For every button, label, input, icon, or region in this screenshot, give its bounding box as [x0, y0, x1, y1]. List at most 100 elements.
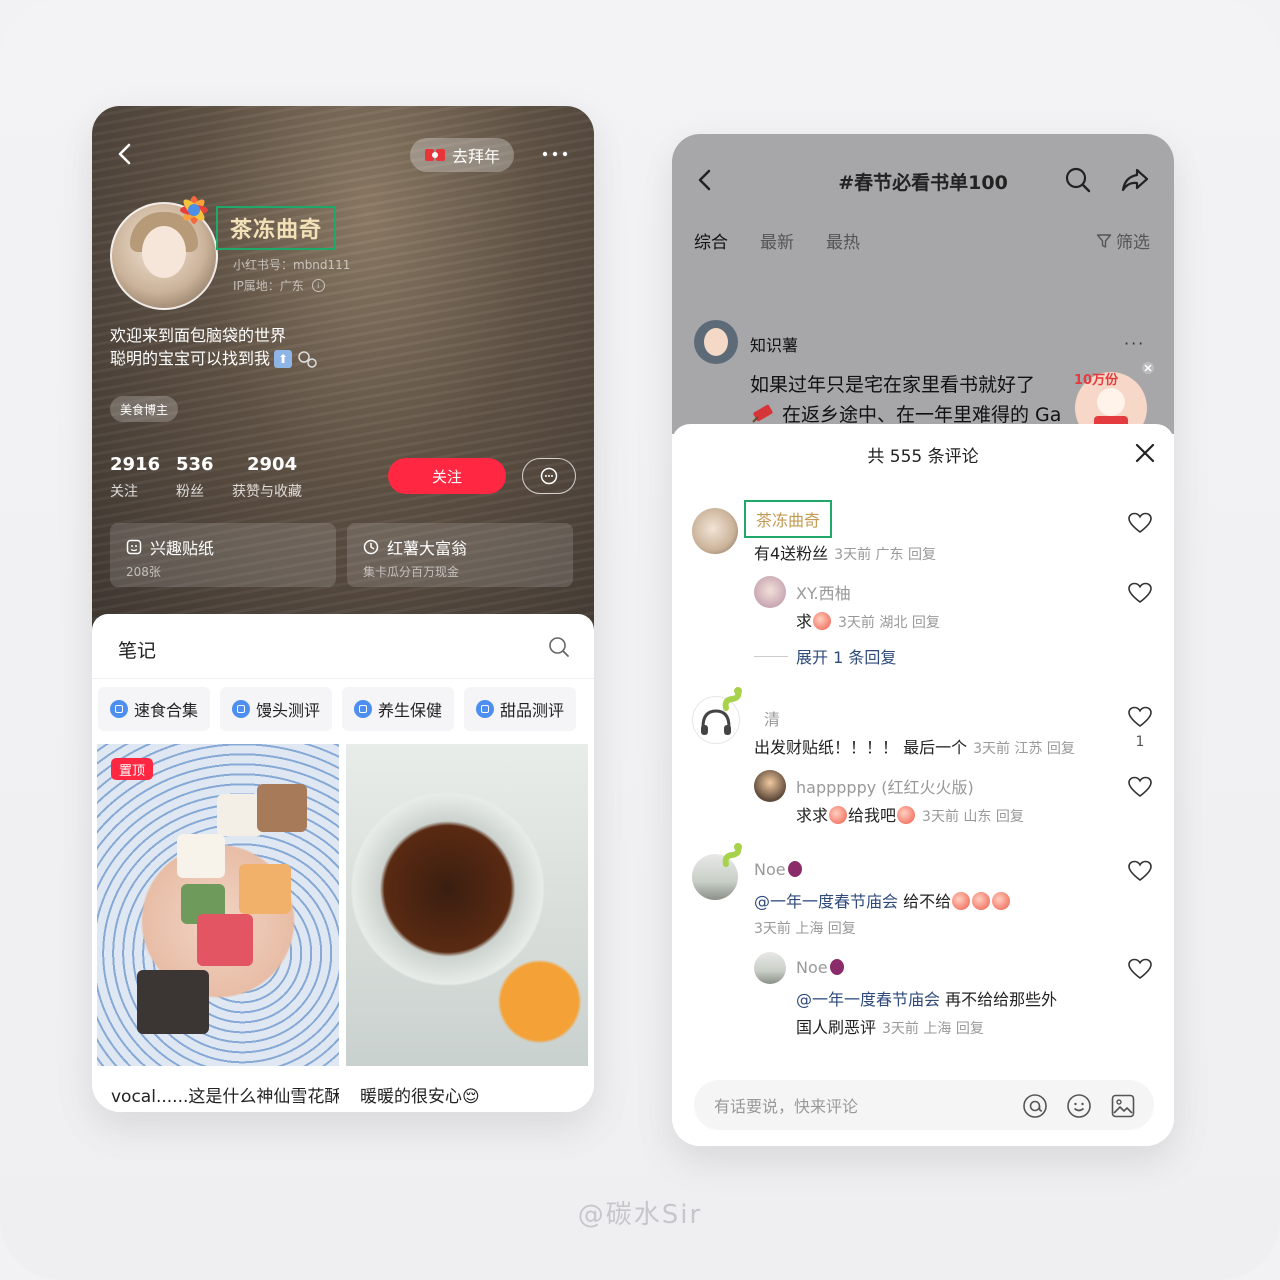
stat-following[interactable]: 2916 关注 [110, 454, 160, 501]
image-icon[interactable] [1110, 1093, 1136, 1119]
search-icon[interactable] [1064, 166, 1092, 194]
reply-meta[interactable]: 3天前 湖北 回复 [838, 615, 940, 631]
mention-link[interactable]: @一年一度春节庙会 [754, 892, 898, 911]
heart-icon[interactable] [1128, 860, 1152, 882]
topic-tabs: 综合 最新 最热 [694, 228, 860, 253]
chip-collection[interactable]: 养生保健 [342, 687, 455, 731]
flower-sticker-icon [180, 196, 208, 224]
comment-input[interactable] [712, 1080, 1006, 1132]
notes-tab[interactable]: 笔记 [118, 636, 156, 663]
tab-hottest[interactable]: 最热 [826, 228, 860, 253]
replier-avatar[interactable] [754, 952, 786, 984]
commenter-name-highlighted[interactable]: 茶冻曲奇 [744, 500, 833, 538]
identity-tag: 美食博主 [110, 396, 179, 422]
expand-divider [754, 656, 788, 657]
bio: 欢迎来到面包脑袋的世界 聪明的宝宝可以找到我 ⬆ [110, 324, 318, 370]
ip-location: IP属地：广东 i [233, 277, 325, 294]
stat-likes[interactable]: 2904 获赞与收藏 [232, 454, 302, 501]
reply-text-2: 国人刷恶评 [796, 1018, 877, 1037]
sticker-card[interactable]: 兴趣贴纸 208张 [110, 523, 336, 587]
divider [92, 678, 594, 679]
replier-avatar[interactable] [754, 576, 786, 608]
commenter-avatar[interactable] [692, 508, 738, 554]
collection-icon [110, 700, 128, 718]
reply-body: 求求 给我吧 3天前 山东 回复 [796, 802, 1024, 826]
info-icon[interactable]: i [311, 279, 325, 292]
comment-meta[interactable]: 3天前 江苏 回复 [973, 741, 1075, 757]
heart-icon[interactable] [1128, 582, 1152, 604]
peach-emoji-icon [897, 806, 916, 824]
follow-button[interactable]: 关注 [388, 458, 506, 494]
filter-button[interactable]: 筛选 [1096, 228, 1150, 253]
tab-comprehensive[interactable]: 综合 [694, 228, 728, 253]
replier-name[interactable]: XY.西柚 [796, 580, 851, 604]
note-card[interactable]: 暖暖的很安心😌 [346, 744, 588, 1112]
collection-chips: 速食合集 馒头测评 养生保健 甜品测评 [98, 687, 594, 735]
commenter-name-row[interactable]: Noe [754, 860, 802, 879]
chip-label: 速食合集 [134, 701, 199, 720]
xhs-id: 小红书号：mbnd111 [233, 258, 351, 272]
reply-text-2: 给我吧 [848, 806, 897, 825]
grape-emoji-icon [787, 861, 802, 877]
bio-line2: 聪明的宝宝可以找到我 [110, 349, 271, 368]
share-icon[interactable] [1120, 166, 1150, 194]
comment-body: 出发财贴纸！！！！ 最后一个 3天前 江苏 回复 [754, 734, 1075, 758]
note-caption: 暖暖的很安心😌 [360, 1087, 480, 1107]
mention-icon[interactable] [1022, 1093, 1048, 1119]
comment-body: 有4送粉丝 3天前 广东 回复 [754, 540, 936, 564]
back-arrow-icon[interactable] [114, 142, 138, 166]
tab-latest[interactable]: 最新 [760, 228, 794, 253]
post-more-icon[interactable]: ··· [1124, 334, 1145, 353]
nougat-piece [197, 914, 253, 966]
post-author-name[interactable]: 知识薯 [750, 332, 798, 356]
red-envelope-icon [424, 149, 445, 161]
snake-sticker-icon [722, 843, 742, 867]
bainian-button[interactable]: 去拜年 [410, 138, 514, 172]
nougat-piece [137, 970, 209, 1034]
message-button[interactable] [522, 458, 576, 494]
chat-icon [540, 467, 558, 485]
peach-emoji-icon [829, 806, 848, 824]
heart-icon[interactable] [1128, 512, 1152, 534]
search-icon[interactable] [548, 636, 570, 658]
more-icon[interactable] [540, 144, 570, 164]
chip-collection[interactable]: 馒头测评 [220, 687, 333, 731]
back-arrow-icon[interactable] [694, 168, 718, 192]
post-author-avatar[interactable] [694, 320, 738, 364]
note-cover-image [346, 744, 588, 1066]
heart-icon[interactable] [1128, 706, 1152, 728]
note-card[interactable]: 置顶 vocal......这是什么神仙雪花酥 [97, 744, 339, 1112]
stat-followers[interactable]: 536 粉丝 [176, 454, 214, 501]
close-icon[interactable] [1134, 442, 1156, 464]
replier-name[interactable]: happpppy (红红火火版) [796, 774, 974, 798]
monopoly-card-title-row: 红薯大富翁 [363, 535, 467, 559]
reply-body: @一年一度春节庙会 再不给给那些外 [796, 986, 1057, 1010]
comment-meta[interactable]: 3天前 广东 回复 [834, 547, 936, 563]
replier-avatar[interactable] [754, 770, 786, 802]
reply-meta[interactable]: 3天前 上海 回复 [882, 1021, 984, 1037]
topic-screen: #春节必看书单100 综合 最新 最热 筛选 知识薯 ··· 如果过年只是宅在家… [672, 134, 1174, 1146]
mention-link[interactable]: @一年一度春节庙会 [796, 990, 940, 1009]
monopoly-card[interactable]: 红薯大富翁 集卡瓜分百万现金 [347, 523, 573, 587]
emoji-icon[interactable] [1066, 1093, 1092, 1119]
expand-replies-link[interactable]: 展开 1 条回复 [796, 644, 896, 668]
peach-emoji-icon [813, 612, 832, 630]
heart-icon[interactable] [1128, 958, 1152, 980]
game-icon [363, 539, 379, 555]
peach-emoji-icon [952, 892, 971, 910]
chip-collection[interactable]: 速食合集 [98, 687, 211, 731]
commenter-name[interactable]: 清 [764, 706, 780, 730]
comment-meta[interactable]: 3天前 上海 回复 [754, 918, 856, 938]
nougat-piece [239, 864, 291, 914]
comment-text: 有4送粉丝 [754, 544, 829, 563]
collection-icon [354, 700, 373, 718]
chip-collection[interactable]: 甜品测评 [464, 687, 577, 731]
topic-title: #春节必看书单100 [838, 172, 1008, 194]
pinned-badge: 置顶 [111, 758, 154, 780]
peach-emoji-icon [972, 892, 991, 910]
reply-body: 求 3天前 湖北 回复 [796, 608, 940, 632]
replier-name-row[interactable]: Noe [796, 958, 844, 977]
filter-label: 筛选 [1116, 233, 1150, 253]
heart-icon[interactable] [1128, 776, 1152, 798]
reply-meta[interactable]: 3天前 山东 回复 [922, 809, 1024, 825]
